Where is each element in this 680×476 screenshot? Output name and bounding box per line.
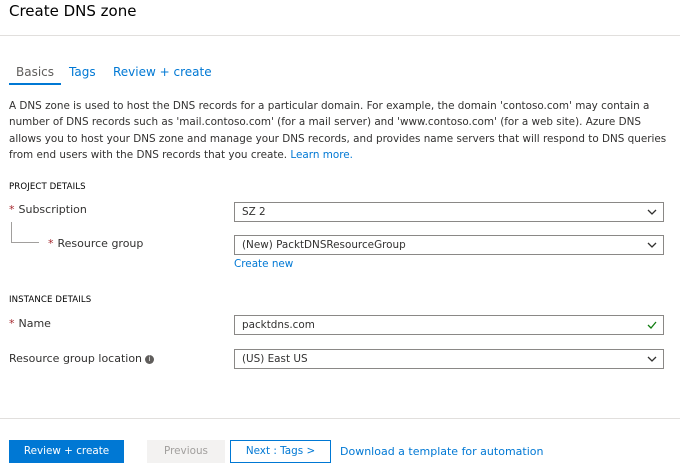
project-details-heading: PROJECT DETAILS (9, 182, 86, 192)
subscription-select[interactable]: SZ 2 (234, 202, 664, 222)
resource-group-label: * Resource group (48, 237, 143, 250)
download-template-link[interactable]: Download a template for automation (340, 445, 543, 458)
tab-tags[interactable]: Tags (69, 65, 96, 83)
required-marker: * (48, 237, 54, 250)
name-value: packtdns.com (242, 319, 315, 331)
resource-group-value: (New) PacktDNSResourceGroup (242, 239, 406, 251)
location-select[interactable]: (US) East US (234, 349, 664, 369)
name-label: * Name (9, 317, 51, 330)
required-marker: * (9, 317, 15, 330)
review-create-button[interactable]: Review + create (9, 440, 124, 463)
location-label: Resource group location i (9, 352, 155, 365)
description: A DNS zone is used to host the DNS recor… (9, 98, 673, 164)
page-title: Create DNS zone (9, 2, 137, 20)
name-label-text: Name (18, 317, 51, 330)
tree-connector-vertical (11, 222, 12, 242)
chevron-down-icon (647, 356, 657, 362)
checkmark-icon (647, 321, 657, 329)
info-icon[interactable]: i (145, 355, 155, 364)
required-marker: * (9, 203, 15, 216)
subscription-label: * Subscription (9, 203, 87, 216)
footer-divider (0, 418, 680, 419)
subscription-value: SZ 2 (242, 206, 266, 218)
create-new-link[interactable]: Create new (234, 258, 293, 270)
location-value: (US) East US (242, 353, 308, 365)
previous-button[interactable]: Previous (147, 440, 225, 463)
next-tags-button[interactable]: Next : Tags > (230, 440, 331, 463)
instance-details-heading: INSTANCE DETAILS (9, 295, 92, 305)
title-divider (0, 35, 680, 36)
name-input[interactable]: packtdns.com (234, 315, 664, 335)
tab-basics[interactable]: Basics (9, 65, 62, 85)
chevron-down-icon (647, 209, 657, 215)
tree-connector-horizontal (11, 242, 39, 243)
learn-more-link[interactable]: Learn more. (290, 149, 353, 161)
resource-group-label-text: Resource group (57, 237, 144, 250)
tab-review-create[interactable]: Review + create (113, 65, 212, 83)
chevron-down-icon (647, 242, 657, 248)
resource-group-select[interactable]: (New) PacktDNSResourceGroup (234, 235, 664, 255)
subscription-label-text: Subscription (18, 203, 87, 216)
location-label-text: Resource group location (9, 352, 143, 365)
